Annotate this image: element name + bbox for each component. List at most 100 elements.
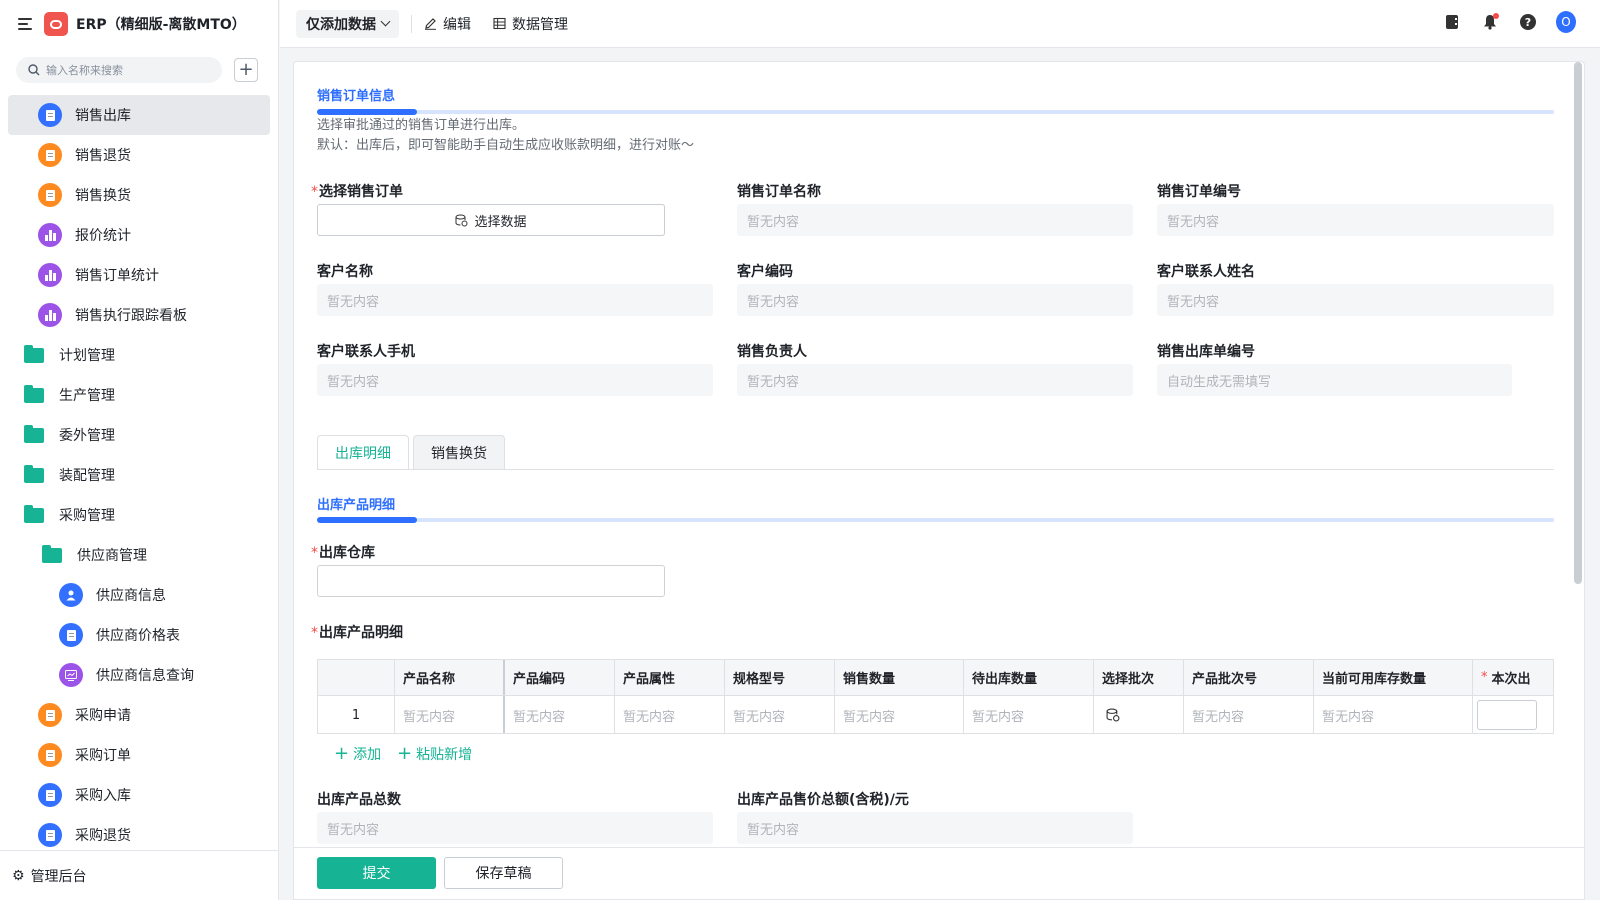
section-divider	[317, 517, 1554, 523]
sidebar-item-purchase-return[interactable]: 采购退货	[8, 815, 270, 855]
database-icon[interactable]	[1106, 708, 1120, 722]
section-title-product-details: 出库产品明细	[317, 498, 396, 513]
data-management-button[interactable]: 数据管理	[493, 14, 568, 34]
bell-icon[interactable]	[1480, 12, 1500, 32]
menu-icon[interactable]	[18, 18, 32, 30]
section-title-order-info: 销售订单信息	[317, 89, 396, 104]
submit-button[interactable]: 提交	[317, 857, 436, 889]
sidebar-item-sales-return[interactable]: 销售退货	[8, 135, 270, 175]
search-icon	[28, 64, 40, 76]
add-button[interactable]: +	[234, 58, 258, 82]
app-title: ERP（精细版-离散MTO）	[76, 17, 246, 33]
tab-sales-exchange[interactable]: 销售换货	[413, 435, 505, 469]
order-no-field: 暂无内容	[1157, 204, 1554, 236]
folder-icon	[22, 383, 46, 407]
field-label-customer-name: 客户名称	[317, 264, 373, 280]
table-header-cell: 待出库数量	[964, 660, 1094, 695]
table-cell: 暂无内容	[615, 696, 725, 733]
table-header-cell: 产品编码	[505, 660, 615, 695]
detail-tabs: 出库明细 销售换货	[317, 435, 505, 470]
save-draft-button[interactable]: 保存草稿	[444, 857, 563, 889]
edit-button[interactable]: 编辑	[424, 14, 471, 34]
view-selector[interactable]: 仅添加数据	[296, 9, 399, 38]
field-label-contact-name: 客户联系人姓名	[1157, 264, 1255, 280]
sidebar-item-purchase-request[interactable]: 采购申请	[8, 695, 270, 735]
outbound-no-field: 自动生成无需填写	[1157, 364, 1512, 396]
folder-icon	[22, 343, 46, 367]
table-header-cell: * 本次出	[1481, 670, 1531, 687]
table-cell: 暂无内容	[835, 696, 964, 733]
help-icon[interactable]: ?	[1518, 12, 1538, 32]
product-details-table: 产品名称 产品编码 产品属性 规格型号 销售数量 待出库数量 选择批次 产品批次…	[317, 659, 1554, 734]
form-panel: 销售订单信息 选择审批通过的销售订单进行出库。 默认：出库后，即可智能助手自动生…	[293, 61, 1585, 900]
search-input[interactable]: 输入名称来搜索	[16, 57, 222, 83]
table-header-cell: 当前可用库存数量	[1314, 660, 1473, 695]
warehouse-select[interactable]	[317, 565, 665, 597]
select-data-button[interactable]: 选择数据	[317, 204, 665, 236]
table-cell: 暂无内容	[1184, 696, 1314, 733]
select-batch-cell[interactable]	[1094, 696, 1184, 733]
field-label-sales-owner: 销售负责人	[737, 344, 807, 360]
table-header: 产品名称 产品编码 产品属性 规格型号 销售数量 待出库数量 选择批次 产品批次…	[318, 660, 1553, 696]
top-toolbar: 仅添加数据 编辑 数据管理 ? O	[280, 0, 1600, 48]
tab-outbound-details[interactable]: 出库明细	[317, 435, 409, 470]
field-label-select-order: *选择销售订单	[311, 184, 403, 200]
document-icon	[38, 743, 62, 767]
sidebar-item-order-stats[interactable]: 销售订单统计	[8, 255, 270, 295]
table-row: 1 暂无内容 暂无内容 暂无内容 暂无内容 暂无内容 暂无内容 暂无内容 暂无内…	[318, 696, 1553, 733]
scrollbar[interactable]	[1574, 62, 1582, 584]
document-icon	[38, 143, 62, 167]
sidebar-item-purchase-inbound[interactable]: 采购入库	[8, 775, 270, 815]
document-icon	[38, 183, 62, 207]
section-description-2: 默认：出库后，即可智能助手自动生成应收账款明细，进行对账～	[317, 138, 695, 153]
customer-code-field: 暂无内容	[737, 284, 1133, 316]
field-label-customer-code: 客户编码	[737, 264, 793, 280]
paste-add-button[interactable]: + 粘贴新增	[397, 744, 472, 764]
sidebar-item-execution-board[interactable]: 销售执行跟踪看板	[8, 295, 270, 335]
sidebar-item-supplier-price[interactable]: 供应商价格表	[8, 615, 270, 655]
sidebar-item-purchase-order[interactable]: 采购订单	[8, 735, 270, 775]
chevron-down-icon	[380, 16, 391, 27]
total-amount-field: 暂无内容	[737, 812, 1133, 844]
sidebar-item-plan[interactable]: 计划管理	[8, 335, 270, 375]
folder-open-icon	[40, 543, 64, 567]
sidebar-item-production[interactable]: 生产管理	[8, 375, 270, 415]
folder-icon	[22, 423, 46, 447]
admin-console-link[interactable]: ⚙ 管理后台	[0, 850, 279, 900]
sidebar-item-assembly[interactable]: 装配管理	[8, 455, 270, 495]
sidebar-nav: 销售出库 销售退货 销售换货 报价统计 销售订单统计 销售执行跟踪看板 计划管理	[0, 95, 278, 855]
field-label-order-no: 销售订单编号	[1157, 184, 1241, 200]
table-cell: 暂无内容	[395, 696, 505, 733]
field-label-contact-phone: 客户联系人手机	[317, 344, 415, 360]
sidebar-item-sales-outbound[interactable]: 销售出库	[8, 95, 270, 135]
order-name-field: 暂无内容	[737, 204, 1133, 236]
sales-owner-field: 暂无内容	[737, 364, 1133, 396]
sidebar-item-supplier-query[interactable]: 供应商信息查询	[8, 655, 270, 695]
pencil-icon	[425, 18, 436, 30]
table-header-cell: 产品批次号	[1184, 660, 1314, 695]
app-logo	[44, 12, 68, 36]
field-label-total-amount: 出库产品售价总额(含税)/元	[737, 792, 909, 808]
folder-icon	[22, 463, 46, 487]
document-icon	[38, 103, 62, 127]
sidebar-item-outsourcing[interactable]: 委外管理	[8, 415, 270, 455]
customer-name-field: 暂无内容	[317, 284, 713, 316]
sidebar-item-quote-stats[interactable]: 报价统计	[8, 215, 270, 255]
quantity-input[interactable]	[1477, 700, 1537, 730]
document-icon	[38, 823, 62, 847]
sidebar-item-supplier-info[interactable]: 供应商信息	[8, 575, 270, 615]
add-row-button[interactable]: + 添加	[334, 744, 381, 764]
sidebar-item-purchase[interactable]: 采购管理	[8, 495, 270, 535]
row-index: 1	[318, 696, 395, 733]
notebook-icon[interactable]	[1442, 12, 1462, 32]
field-label-total-count: 出库产品总数	[317, 792, 401, 808]
document-icon	[38, 783, 62, 807]
contact-phone-field: 暂无内容	[317, 364, 713, 396]
bar-chart-icon	[38, 223, 62, 247]
sidebar: ERP（精细版-离散MTO） 输入名称来搜索 + 销售出库 销售退货 销售换货 …	[0, 0, 279, 900]
sidebar-item-sales-exchange[interactable]: 销售换货	[8, 175, 270, 215]
avatar[interactable]: O	[1556, 11, 1576, 33]
section-description-1: 选择审批通过的销售订单进行出库。	[317, 118, 526, 133]
sidebar-item-supplier-mgmt[interactable]: 供应商管理	[8, 535, 270, 575]
table-cell	[1473, 696, 1553, 733]
